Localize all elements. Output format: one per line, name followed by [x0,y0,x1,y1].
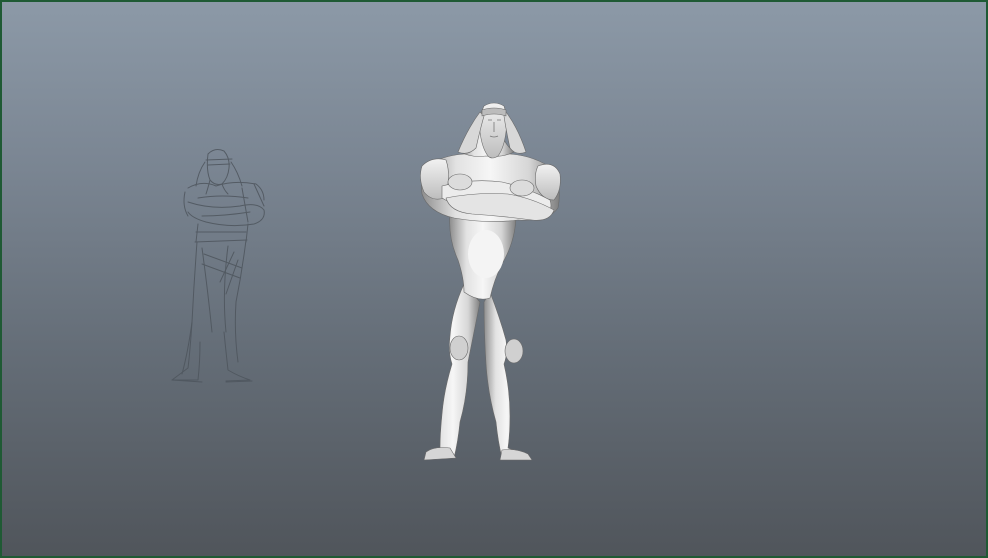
character-model-mesh[interactable] [2,2,988,558]
3d-viewport[interactable] [0,0,988,558]
